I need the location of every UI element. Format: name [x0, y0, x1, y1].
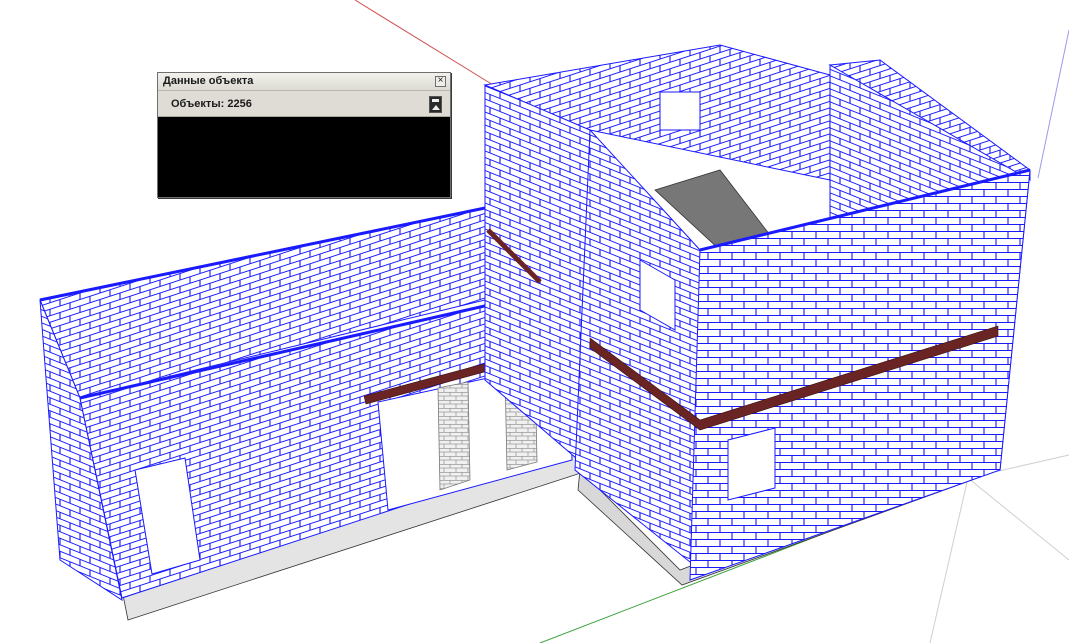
panel-title: Данные объекта [163, 75, 254, 87]
brick-column-1 [437, 381, 471, 491]
back-window [659, 91, 701, 131]
entity-info-panel: Данные объекта × Объекты: 2256 [157, 72, 451, 198]
close-icon[interactable]: × [435, 76, 446, 87]
front-window [727, 427, 776, 501]
guide-line-3 [929, 477, 969, 643]
guide-line-1 [967, 477, 1069, 561]
modeling-viewport[interactable]: Данные объекта × Объекты: 2256 [0, 0, 1069, 643]
panel-info-row: Объекты: 2256 [158, 91, 450, 117]
blue-axis-line [1037, 29, 1069, 179]
panel-title-bar[interactable]: Данные объекта × [158, 73, 450, 91]
objects-count-label: Объекты: 2256 [171, 98, 252, 110]
collapse-panel-icon[interactable] [429, 96, 442, 113]
